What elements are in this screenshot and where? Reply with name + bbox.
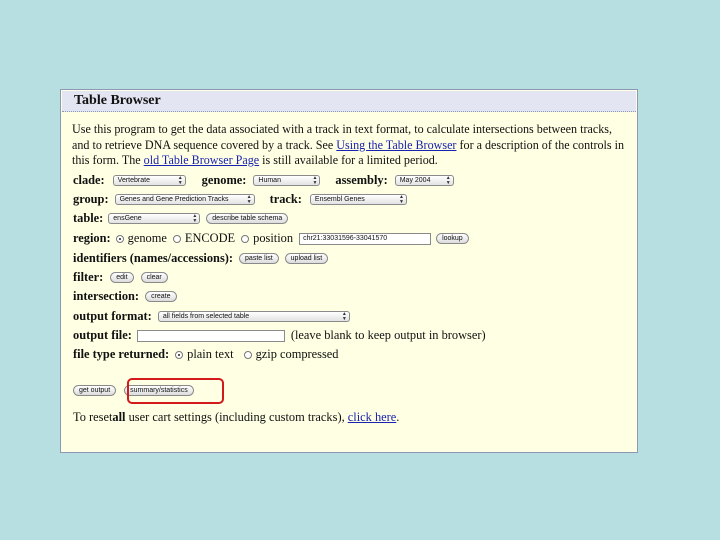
group-row: group: Genes and Gene Prediction Tracks ▲…: [73, 190, 407, 209]
panel-title-bar: Table Browser: [62, 91, 636, 112]
region-genome-radio[interactable]: [115, 234, 124, 243]
genome-value: Human: [258, 177, 281, 184]
old-table-browser-link[interactable]: old Table Browser Page: [144, 153, 259, 167]
select-arrows-icon: ▲ ▼: [192, 212, 198, 224]
file-type-plain-radio[interactable]: [175, 350, 184, 359]
filter-edit-button[interactable]: edit: [110, 272, 134, 283]
region-encode-label: ENCODE: [184, 231, 236, 245]
reset-all: all: [112, 410, 126, 424]
filter-row: filter: edit clear: [73, 268, 168, 287]
output-file-input[interactable]: [136, 329, 285, 342]
file-type-row: file type returned: plain text gzip comp…: [73, 345, 339, 364]
using-table-browser-link[interactable]: Using the Table Browser: [336, 138, 456, 152]
output-file-hint: (leave blank to keep output in browser): [290, 328, 486, 342]
filter-label: filter:: [73, 270, 104, 284]
description-text-3: is still available for a limited period.: [259, 153, 438, 168]
select-arrows-icon: ▲ ▼: [398, 193, 404, 205]
track-value: Ensembl Genes: [314, 196, 365, 203]
table-value: ensGene: [113, 215, 142, 222]
file-type-label: file type returned:: [73, 347, 170, 361]
get-output-button[interactable]: get output: [73, 385, 117, 396]
describe-schema-button[interactable]: describe table schema: [206, 213, 289, 224]
clade-value: Vertebrate: [117, 177, 150, 184]
reset-middle: user cart settings (including custom tra…: [125, 410, 348, 424]
lookup-button[interactable]: lookup: [436, 233, 469, 244]
assembly-value: May 2004: [399, 177, 431, 184]
track-select[interactable]: Ensembl Genes ▲ ▼: [309, 193, 407, 205]
identifiers-label: identifiers (names/accessions):: [73, 251, 234, 265]
region-position-label: position: [253, 231, 294, 245]
file-type-gzip-radio[interactable]: [243, 350, 252, 359]
genome-select[interactable]: Human ▲ ▼: [253, 174, 321, 186]
select-arrows-icon: ▲ ▼: [177, 174, 183, 186]
reset-row: To reset all user cart settings (includi…: [73, 408, 399, 427]
clade-select[interactable]: Vertebrate ▲ ▼: [112, 174, 186, 186]
output-format-select[interactable]: all fields from selected table ▲ ▼: [157, 310, 350, 322]
group-select[interactable]: Genes and Gene Prediction Tracks ▲ ▼: [114, 193, 255, 205]
select-arrows-icon: ▲ ▼: [312, 174, 318, 186]
reset-click-here-link[interactable]: click here: [348, 410, 397, 425]
position-input[interactable]: chr21:33031596-33041570: [299, 232, 432, 245]
filter-clear-button[interactable]: clear: [140, 272, 168, 283]
region-encode-radio[interactable]: [172, 234, 181, 243]
region-label: region:: [73, 231, 111, 245]
output-format-row: output format: all fields from selected …: [73, 307, 350, 326]
intersection-label: intersection:: [73, 289, 140, 303]
region-genome-label: genome: [127, 231, 167, 245]
select-arrows-icon: ▲ ▼: [445, 174, 451, 186]
table-row: table: ensGene ▲ ▼ describe table schema: [73, 209, 289, 228]
genome-label: genome:: [201, 173, 247, 187]
reset-suffix: .: [396, 410, 400, 424]
output-file-label: output file:: [73, 328, 132, 342]
clade-row: clade: Vertebrate ▲ ▼ genome: Human ▲ ▼ asse…: [73, 171, 454, 190]
assembly-label: assembly:: [335, 173, 388, 187]
track-label: track:: [269, 192, 302, 206]
output-format-label: output format:: [73, 309, 152, 323]
intersection-row: intersection: create: [73, 287, 177, 306]
table-select[interactable]: ensGene ▲ ▼: [108, 212, 201, 224]
file-type-plain-label: plain text: [187, 347, 234, 361]
intersection-create-button[interactable]: create: [145, 291, 177, 302]
group-label: group:: [73, 192, 109, 206]
region-position-radio[interactable]: [241, 234, 250, 243]
file-type-gzip-label: gzip compressed: [255, 347, 339, 361]
group-value: Genes and Gene Prediction Tracks: [119, 196, 229, 203]
reset-prefix: To reset: [73, 410, 113, 424]
description: Use this program to get the data associa…: [72, 122, 632, 169]
output-format-value: all fields from selected table: [162, 313, 250, 320]
panel-title: Table Browser: [74, 93, 161, 108]
paste-list-button[interactable]: paste list: [239, 253, 279, 264]
assembly-select[interactable]: May 2004 ▲ ▼: [394, 174, 454, 186]
table-label: table:: [73, 211, 104, 225]
select-arrows-icon: ▲ ▼: [246, 193, 252, 205]
highlight-box: [127, 378, 224, 404]
upload-list-button[interactable]: upload list: [284, 253, 329, 264]
clade-label: clade:: [73, 173, 105, 187]
output-file-row: output file: (leave blank to keep output…: [73, 326, 486, 345]
identifiers-row: identifiers (names/accessions): paste li…: [73, 249, 329, 268]
select-arrows-icon: ▲ ▼: [341, 310, 347, 322]
region-row: region: genome ENCODE position chr21:330…: [73, 229, 469, 248]
